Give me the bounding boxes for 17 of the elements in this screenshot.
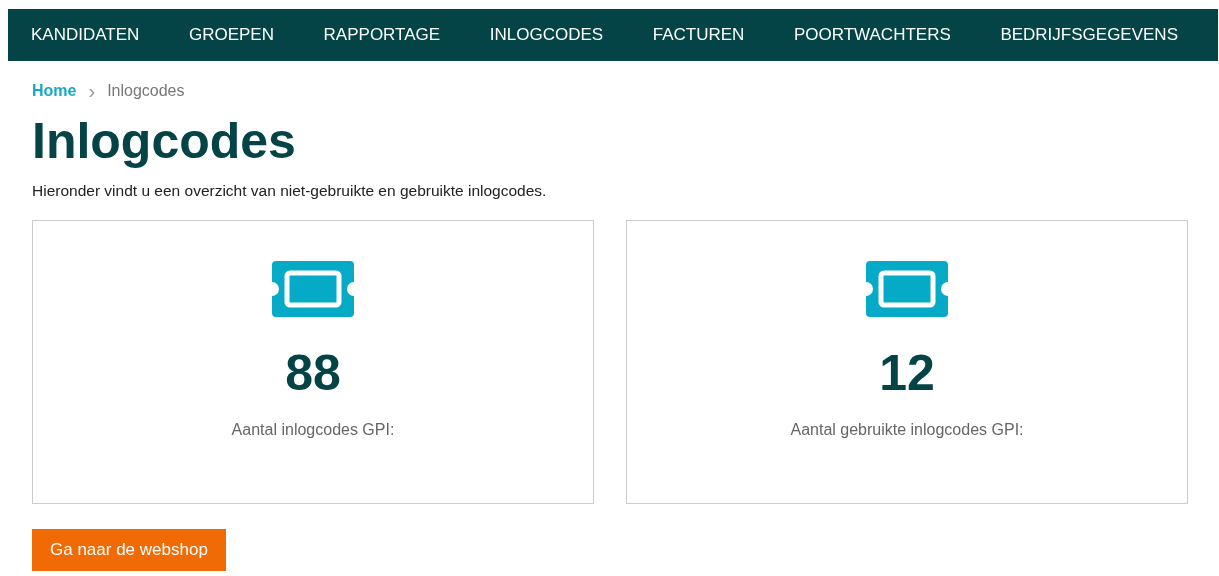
nav-link[interactable]: INLOGCODES	[489, 25, 604, 45]
intro-text: Hieronder vindt u een overzicht van niet-gebruikte en gebruikte inlogcodes.	[32, 182, 548, 200]
ticket-icon	[866, 261, 948, 317]
nav-link[interactable]: RAPPORTAGE	[323, 25, 441, 45]
nav-link[interactable]: KANDIDATEN	[31, 25, 140, 45]
stat-label: Aantal inlogcodes GPI:	[231, 421, 395, 439]
stat-count: 88	[285, 345, 341, 401]
page-title: Inlogcodes	[32, 112, 297, 171]
stat-label: Aantal gebruikte inlogcodes GPI:	[790, 421, 1024, 439]
stat-count: 12	[879, 345, 935, 401]
ticket-icon	[272, 261, 354, 317]
breadcrumb-current: Inlogcodes	[107, 82, 185, 100]
nav-link[interactable]: BEDRIJFSGEGEVENS	[1000, 25, 1178, 45]
nav-link[interactable]: POORTWACHTERS	[793, 25, 951, 45]
breadcrumb-separator: ›	[88, 83, 96, 99]
nav-link[interactable]: GROEPEN	[188, 25, 274, 45]
nav-link[interactable]: FACTUREN	[652, 25, 745, 45]
